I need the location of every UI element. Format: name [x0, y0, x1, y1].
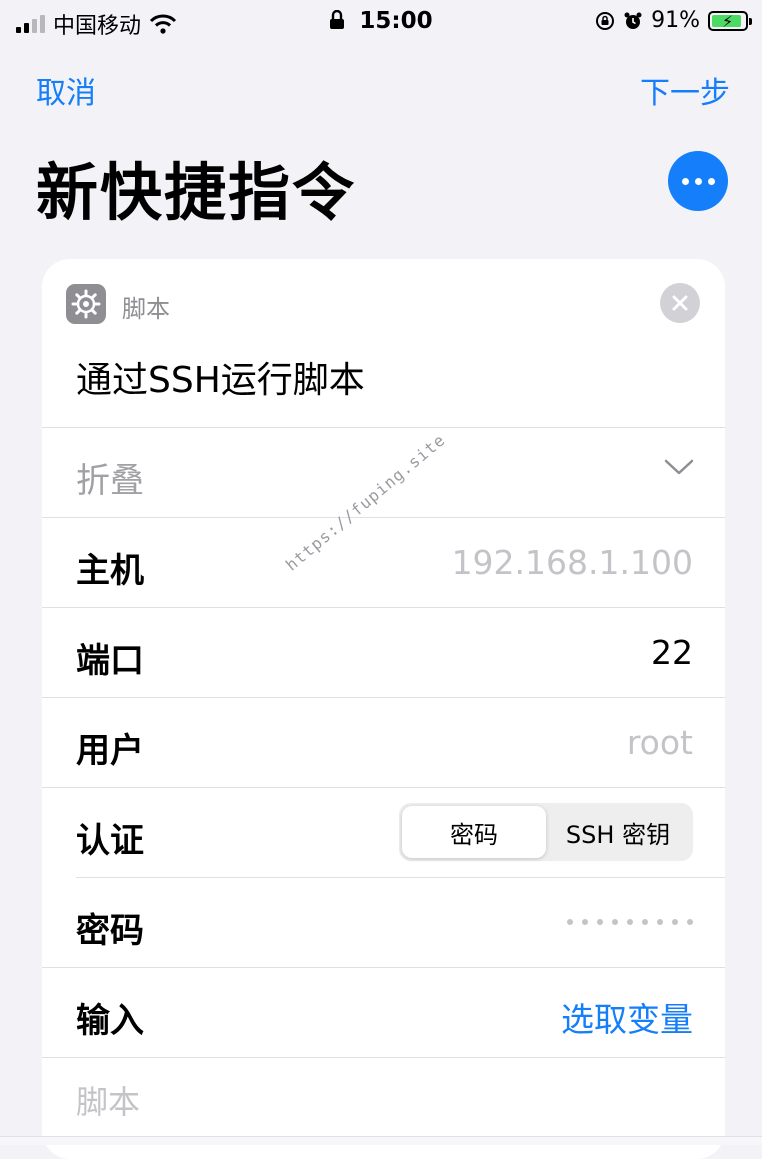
- close-icon[interactable]: [660, 283, 700, 323]
- auth-label: 认证: [76, 821, 144, 861]
- status-right: 91% ⚡: [595, 8, 752, 33]
- auth-option-ssh-key[interactable]: SSH 密钥: [546, 806, 690, 858]
- host-field[interactable]: 192.168.1.100: [452, 543, 693, 582]
- user-label: 用户: [76, 731, 144, 771]
- password-label: 密码: [76, 911, 144, 951]
- auth-row: 认证 密码 SSH 密钥: [76, 787, 725, 878]
- next-button[interactable]: 下一步: [640, 68, 730, 112]
- category-label: 脚本: [122, 295, 170, 323]
- input-row: 输入 选取变量: [42, 967, 725, 1058]
- cancel-button[interactable]: 取消: [36, 68, 96, 112]
- alarm-icon: [624, 12, 642, 29]
- page-title: 新快捷指令: [36, 156, 357, 229]
- user-field[interactable]: root: [627, 723, 693, 762]
- choose-variable-link[interactable]: 选取变量: [561, 993, 693, 1041]
- orientation-lock-icon: [596, 11, 615, 30]
- port-field[interactable]: 22: [651, 633, 693, 672]
- collapse-label: 折叠: [76, 461, 144, 501]
- user-row: 用户 root: [42, 697, 725, 788]
- input-label: 输入: [76, 1001, 144, 1041]
- auth-option-password[interactable]: 密码: [402, 806, 546, 858]
- lock-icon: [330, 10, 345, 29]
- more-button[interactable]: [668, 151, 728, 211]
- more-icon: [681, 177, 689, 185]
- auth-segmented-control[interactable]: 密码 SSH 密钥: [399, 803, 693, 861]
- password-field[interactable]: [567, 919, 693, 925]
- action-title: 通过SSH运行脚本: [76, 360, 365, 401]
- script-field[interactable]: 脚本: [76, 1077, 140, 1123]
- collapse-row[interactable]: 折叠: [42, 427, 725, 518]
- chevron-down-icon: [664, 459, 694, 475]
- password-row: 密码: [42, 877, 725, 968]
- status-time: 15:00: [359, 8, 433, 34]
- battery-icon: ⚡: [708, 10, 752, 31]
- status-bar: 中国移动 15:00 91% ⚡: [0, 0, 762, 46]
- port-label: 端口: [76, 641, 144, 681]
- port-row: 端口 22: [42, 607, 725, 698]
- host-row: 主机 192.168.1.100: [42, 517, 725, 608]
- gear-icon: [66, 284, 106, 324]
- battery-percent: 91%: [651, 8, 700, 33]
- host-label: 主机: [76, 551, 144, 591]
- card-header: 脚本 通过SSH运行脚本: [42, 259, 725, 428]
- action-card: 脚本 通过SSH运行脚本 折叠 主机 192.168.1.100 端口 22 用…: [42, 259, 725, 1159]
